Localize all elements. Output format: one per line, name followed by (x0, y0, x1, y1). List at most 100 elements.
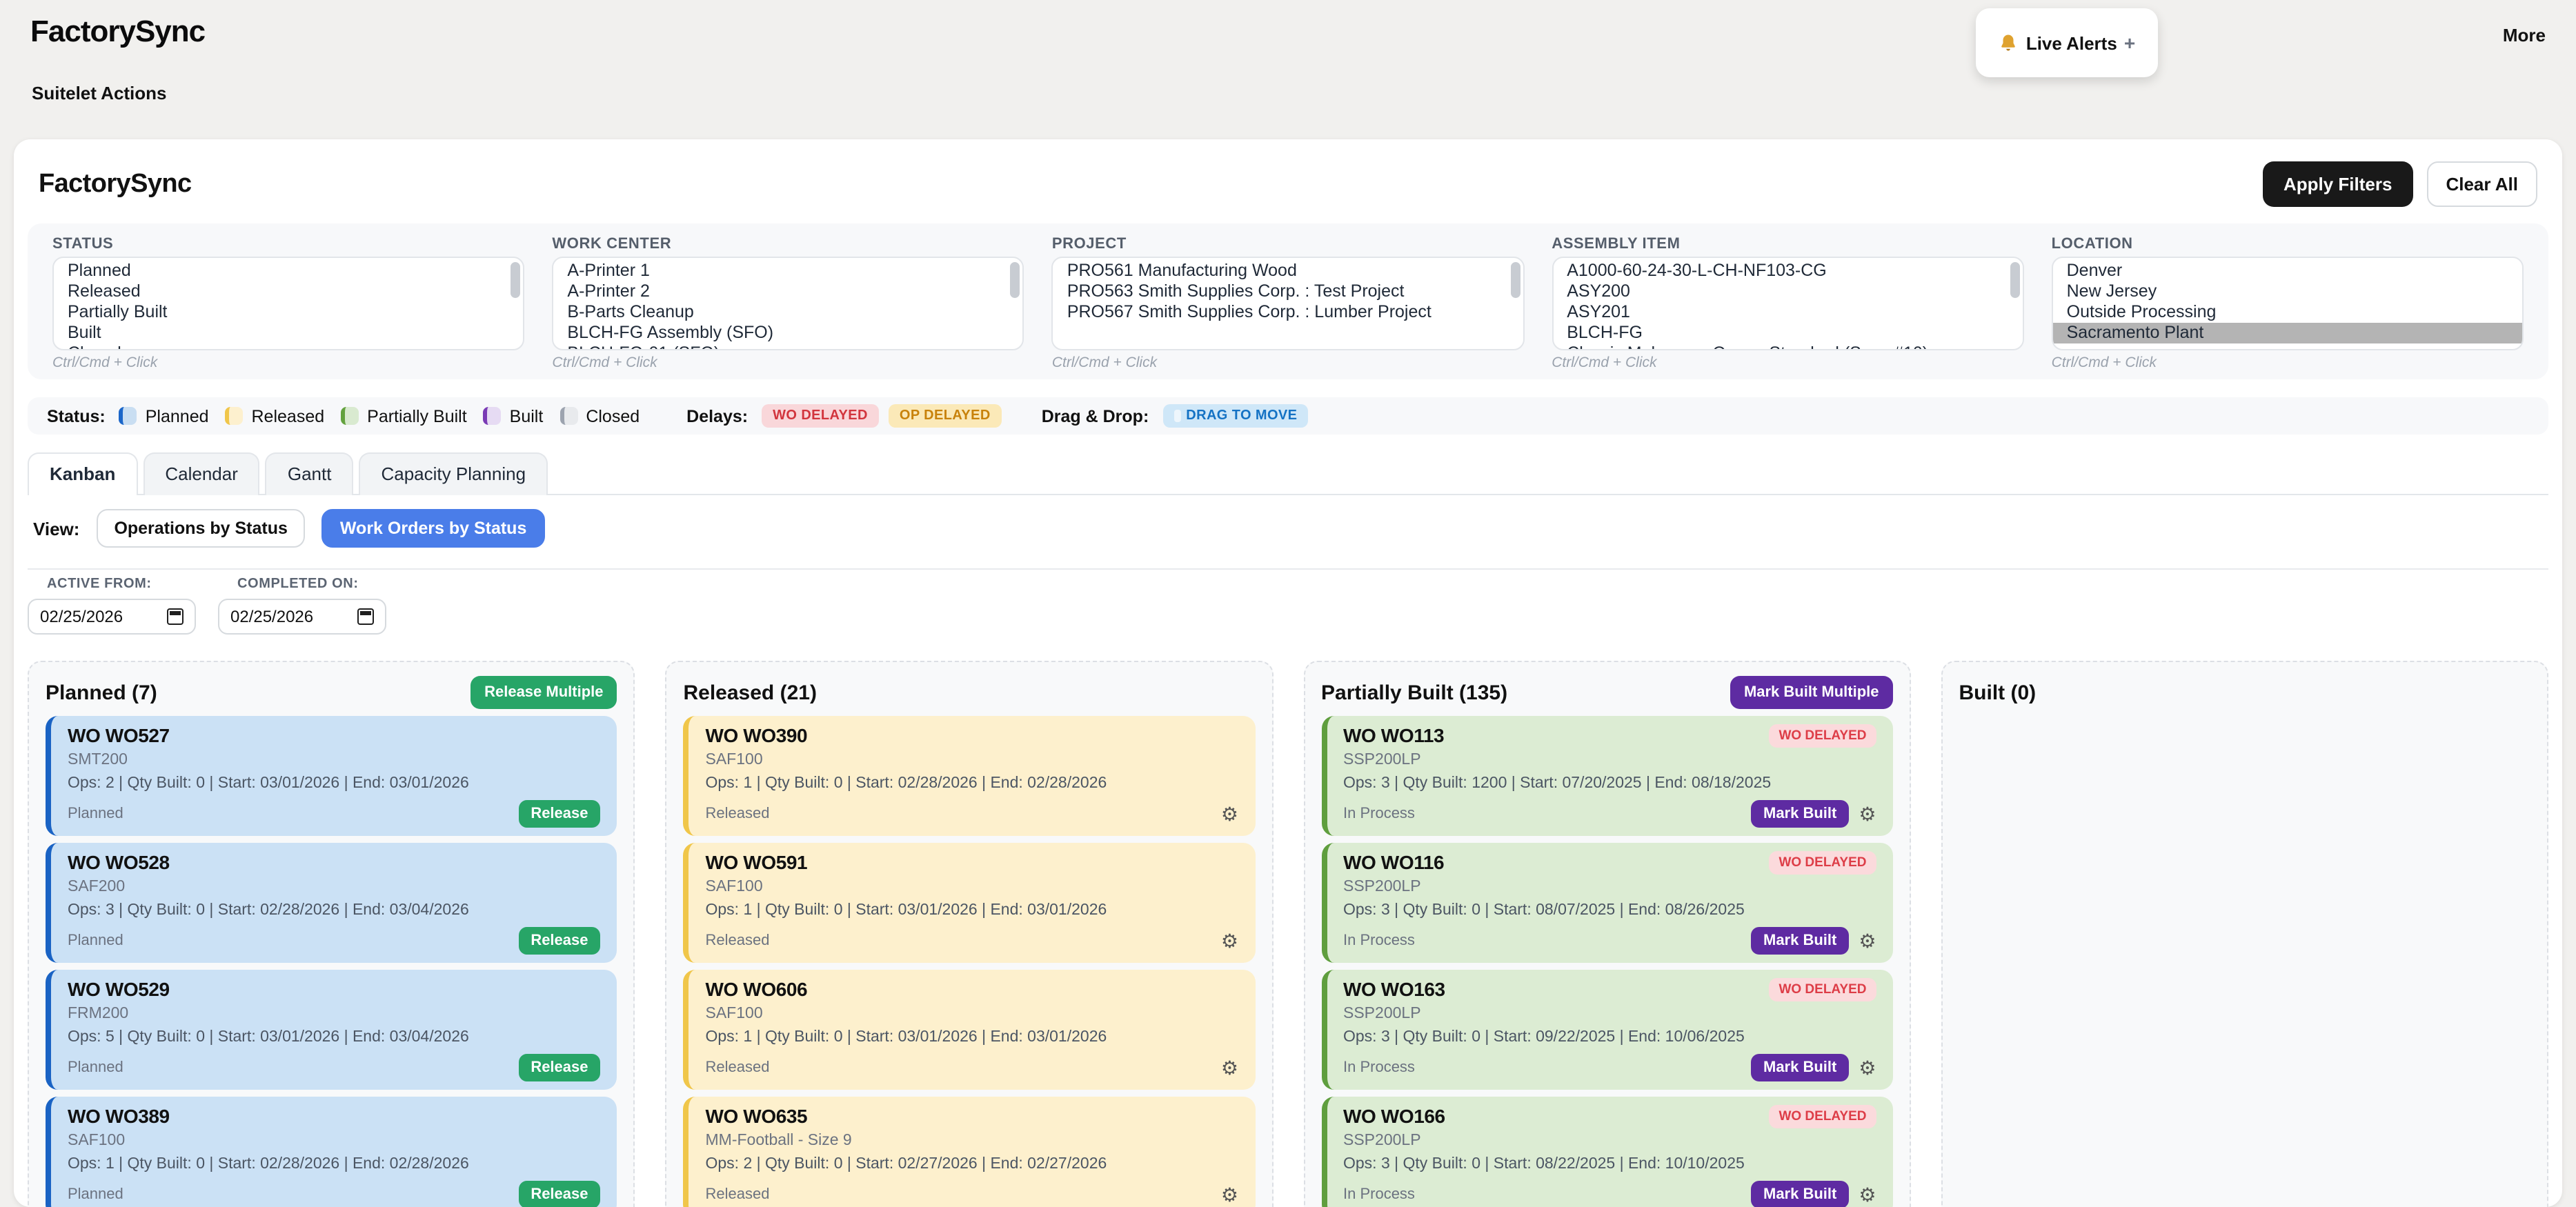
mark-built-button[interactable]: Mark Built (1751, 1053, 1849, 1081)
view-toggle-work-orders-by-status[interactable]: Work Orders by Status (322, 509, 544, 548)
legend-status-partially-built: Partially Built (341, 406, 467, 426)
listbox-option[interactable]: PRO561 Manufacturing Wood (1053, 261, 1523, 281)
listbox-option[interactable]: A-Printer 1 (553, 261, 1022, 281)
work-order-card[interactable]: WO WO166WO DELAYEDSSP200LPOps: 3 | Qty B… (1321, 1097, 1893, 1207)
work-order-card[interactable]: WO WO390SAF100Ops: 1 | Qty Built: 0 | St… (684, 716, 1256, 836)
gear-icon[interactable]: ⚙ (1859, 1184, 1876, 1204)
legend-status-closed: Closed (559, 406, 640, 426)
view-toggle-operations-by-status[interactable]: Operations by Status (96, 509, 305, 548)
tab-kanban[interactable]: Kanban (28, 452, 137, 495)
listbox-option[interactable]: A1000-60-24-30-L-CH-NF103-CG (1553, 261, 2022, 281)
listbox-option[interactable]: PRO567 Smith Supplies Corp. : Lumber Pro… (1053, 302, 1523, 323)
card-header: WO WO606 (706, 977, 1239, 1003)
listbox-option[interactable]: Closed (54, 343, 523, 350)
gear-icon[interactable]: ⚙ (1221, 1184, 1238, 1204)
legend-status-chips: Planned Released Partially Built Built Close… (119, 406, 656, 426)
column-title: Partially Built (135) (1321, 681, 1507, 704)
filter-listbox-location[interactable]: DenverNew JerseyOutside ProcessingSacram… (2052, 257, 2524, 350)
work-order-card[interactable]: WO WO635MM-Football - Size 9Ops: 2 | Qty… (684, 1097, 1256, 1207)
work-order-card[interactable]: WO WO389SAF100Ops: 1 | Qty Built: 0 | St… (46, 1097, 617, 1207)
legend-status-planned: Planned (119, 406, 209, 426)
gear-icon[interactable]: ⚙ (1859, 930, 1876, 950)
work-order-card[interactable]: WO WO163WO DELAYEDSSP200LPOps: 3 | Qty B… (1321, 970, 1893, 1090)
gear-icon[interactable]: ⚙ (1221, 930, 1238, 950)
filter-listbox-project[interactable]: PRO561 Manufacturing WoodPRO563 Smith Su… (1052, 257, 1524, 350)
listbox-option[interactable]: BLCH-FG (1553, 323, 2022, 343)
more-link[interactable]: More (2503, 25, 2546, 46)
filter-label: STATUS (52, 236, 524, 252)
gear-icon[interactable]: ⚙ (1859, 804, 1876, 823)
listbox-option[interactable]: Classic Mahogany Queen Standard (Spec #1… (1553, 343, 2022, 350)
listbox-option[interactable]: New Jersey (2053, 281, 2522, 302)
legend-chip-closed-icon (559, 407, 577, 425)
card-footer: Released⚙ (706, 926, 1239, 955)
plus-icon[interactable]: + (2124, 32, 2135, 54)
listbox-option[interactable]: BLCH-FG Assembly (SFO) (553, 323, 1022, 343)
filter-listbox-work-center[interactable]: A-Printer 1A-Printer 2B-Parts CleanupBLC… (552, 257, 1024, 350)
op-delayed-badge: OP DELAYED (889, 404, 1002, 428)
filter-listbox-status[interactable]: PlannedReleasedPartially BuiltBuiltClose… (52, 257, 524, 350)
listbox-option[interactable]: Partially Built (54, 302, 523, 323)
card-actions: ⚙ (1221, 1184, 1238, 1204)
column-header: Planned (7)Release Multiple (46, 673, 617, 712)
legend-status-released: Released (226, 406, 325, 426)
listbox-option[interactable]: PRO563 Smith Supplies Corp. : Test Proje… (1053, 281, 1523, 302)
listbox-option[interactable]: B-Parts Cleanup (553, 302, 1022, 323)
mark-built-multiple-button[interactable]: Mark Built Multiple (1730, 676, 1893, 709)
listbox-option[interactable]: Built (54, 323, 523, 343)
calendar-icon[interactable] (357, 608, 374, 625)
view-toggle-row: View: Operations by StatusWork Orders by… (33, 509, 2548, 548)
listbox-option[interactable]: Outside Processing (2053, 302, 2522, 323)
mark-built-button[interactable]: Mark Built (1751, 799, 1849, 827)
live-alerts-button[interactable]: Live Alerts + (1976, 8, 2158, 77)
work-order-card[interactable]: WO WO116WO DELAYEDSSP200LPOps: 3 | Qty B… (1321, 843, 1893, 963)
scrollbar-thumb[interactable] (1011, 262, 1020, 298)
suitelet-actions-label[interactable]: Suitelet Actions (32, 83, 2576, 103)
gear-icon[interactable]: ⚙ (1221, 1057, 1238, 1077)
work-order-card[interactable]: WO WO591SAF100Ops: 1 | Qty Built: 0 | St… (684, 843, 1256, 963)
tab-capacity-planning[interactable]: Capacity Planning (359, 452, 548, 495)
work-order-card[interactable]: WO WO528SAF200Ops: 3 | Qty Built: 0 | St… (46, 843, 617, 963)
work-order-card[interactable]: WO WO606SAF100Ops: 1 | Qty Built: 0 | St… (684, 970, 1256, 1090)
tab-calendar[interactable]: Calendar (143, 452, 260, 495)
scrollbar-thumb[interactable] (1510, 262, 1520, 298)
completed-on-date-input[interactable]: 02/25/2026 (218, 599, 386, 635)
work-order-card[interactable]: WO WO113WO DELAYEDSSP200LPOps: 3 | Qty B… (1321, 716, 1893, 836)
clear-all-button[interactable]: Clear All (2426, 161, 2537, 207)
release-button[interactable]: Release (518, 1180, 600, 1207)
calendar-icon[interactable] (167, 608, 184, 625)
listbox-option[interactable]: A-Printer 2 (553, 281, 1022, 302)
listbox-option[interactable]: BLCH-FG-01 (SFO) (553, 343, 1022, 350)
scrollbar-thumb[interactable] (2010, 262, 2020, 298)
work-order-card[interactable]: WO WO527SMT200Ops: 2 | Qty Built: 0 | St… (46, 716, 617, 836)
scrollbar-thumb[interactable] (511, 262, 520, 298)
active-from-date-input[interactable]: 02/25/2026 (28, 599, 196, 635)
drag-to-move-label: DRAG TO MOVE (1186, 408, 1297, 423)
listbox-option[interactable]: ASY200 (1553, 281, 2022, 302)
release-button[interactable]: Release (518, 799, 600, 827)
tab-gantt[interactable]: Gantt (266, 452, 354, 495)
apply-filters-button[interactable]: Apply Filters (2263, 161, 2413, 207)
gear-icon[interactable]: ⚙ (1221, 804, 1238, 823)
listbox-option[interactable]: ASY201 (1553, 302, 2022, 323)
card-footer: PlannedRelease (68, 799, 601, 828)
column-header: Built (0) (1959, 673, 2531, 712)
listbox-option[interactable]: Planned (54, 261, 523, 281)
multiselect-hint: Ctrl/Cmd + Click (2052, 355, 2524, 371)
mark-built-button[interactable]: Mark Built (1751, 1180, 1849, 1207)
completed-on-value: 02/25/2026 (230, 607, 313, 626)
filter-listbox-assembly-item[interactable]: A1000-60-24-30-L-CH-NF103-CGASY200ASY201… (1552, 257, 2023, 350)
release-button[interactable]: Release (518, 926, 600, 954)
work-order-card[interactable]: WO WO529FRM200Ops: 5 | Qty Built: 0 | St… (46, 970, 617, 1090)
mark-built-button[interactable]: Mark Built (1751, 926, 1849, 954)
release-multiple-button[interactable]: Release Multiple (470, 676, 617, 709)
gear-icon[interactable]: ⚙ (1859, 1057, 1876, 1077)
card-actions: Release (518, 1053, 600, 1081)
listbox-option[interactable]: Sacramento Plant (2053, 323, 2522, 343)
legend-status-label: Built (510, 406, 544, 426)
listbox-option[interactable]: Released (54, 281, 523, 302)
status-text: Released (706, 1059, 770, 1075)
release-button[interactable]: Release (518, 1053, 600, 1081)
listbox-option[interactable]: Denver (2053, 261, 2522, 281)
column-title: Built (0) (1959, 681, 2037, 704)
